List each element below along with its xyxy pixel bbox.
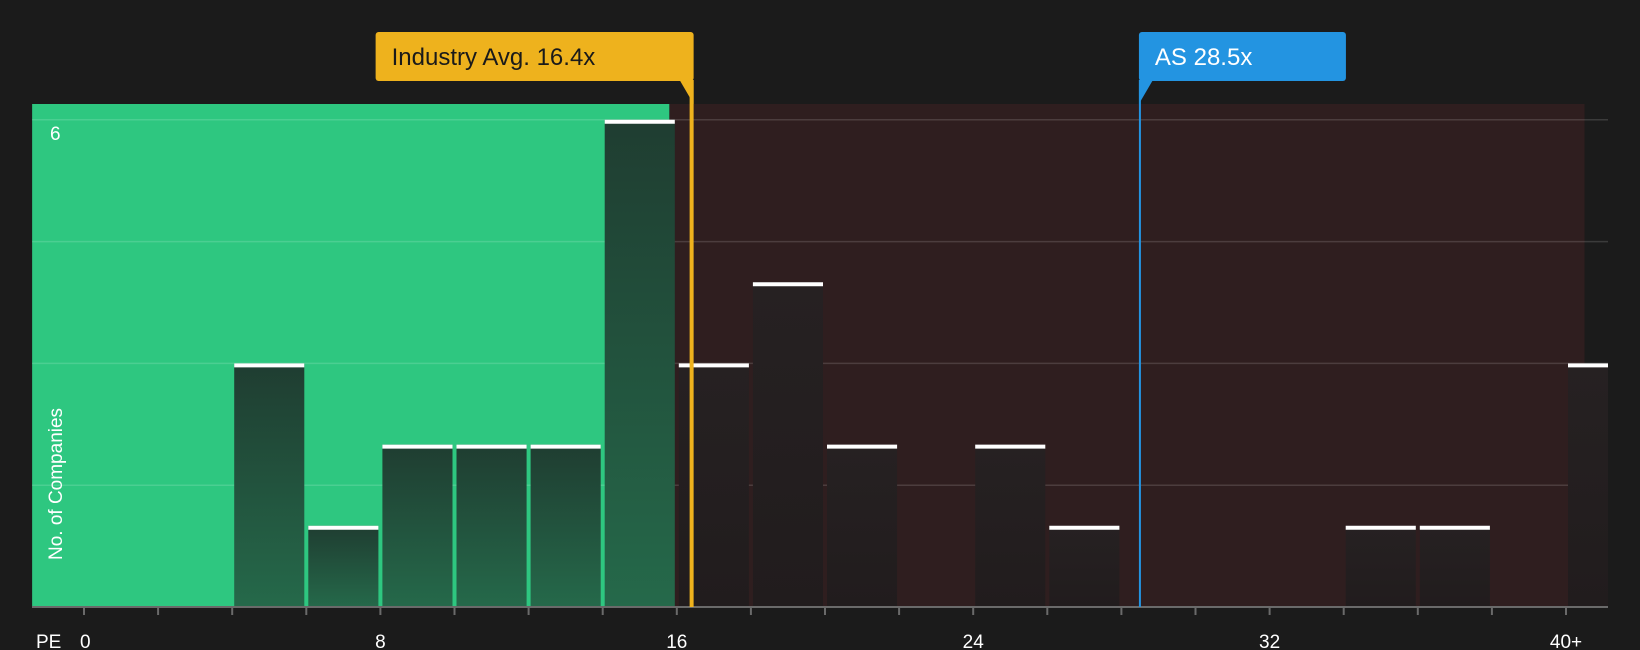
x-tick-label: 32 — [1259, 632, 1280, 650]
x-axis: 0 8 16 24 32 40+ — [32, 606, 1608, 650]
x-tick-label: 24 — [963, 632, 985, 650]
marker-callout-label: Industry Avg. 16.4x — [392, 44, 596, 71]
x-tick-label: 0 — [80, 632, 91, 650]
histogram-bar — [1049, 525, 1120, 607]
histogram-bar — [1419, 525, 1490, 607]
histogram-bar — [234, 363, 305, 607]
histogram-bar — [382, 444, 453, 607]
histogram-bar — [752, 282, 823, 607]
y-axis-label: No. of Companies — [46, 408, 67, 560]
histogram-bar — [975, 444, 1046, 607]
pe-distribution-chart: 6 0 8 16 24 32 40+ Industry Avg. 16.4x AS 28.5… — [32, 32, 1608, 650]
histogram-bar — [456, 444, 527, 607]
x-axis-label: PE — [36, 632, 61, 650]
histogram-bar — [530, 444, 601, 607]
marker-callout-pointer — [1138, 80, 1153, 104]
histogram-bar — [604, 119, 675, 608]
histogram-bar — [308, 525, 379, 607]
x-tick-label: 16 — [666, 632, 687, 650]
x-tick-label: 8 — [375, 632, 386, 650]
histogram-bar — [827, 444, 898, 607]
histogram-bar — [1568, 363, 1608, 607]
histogram-bar — [678, 363, 749, 607]
y-tick-label: 6 — [50, 124, 61, 145]
histogram-bar — [1345, 525, 1416, 607]
marker-callout-label: AS 28.5x — [1155, 44, 1252, 71]
marker-callout-pointer — [679, 80, 694, 104]
x-tick-label: 40+ — [1550, 632, 1582, 650]
